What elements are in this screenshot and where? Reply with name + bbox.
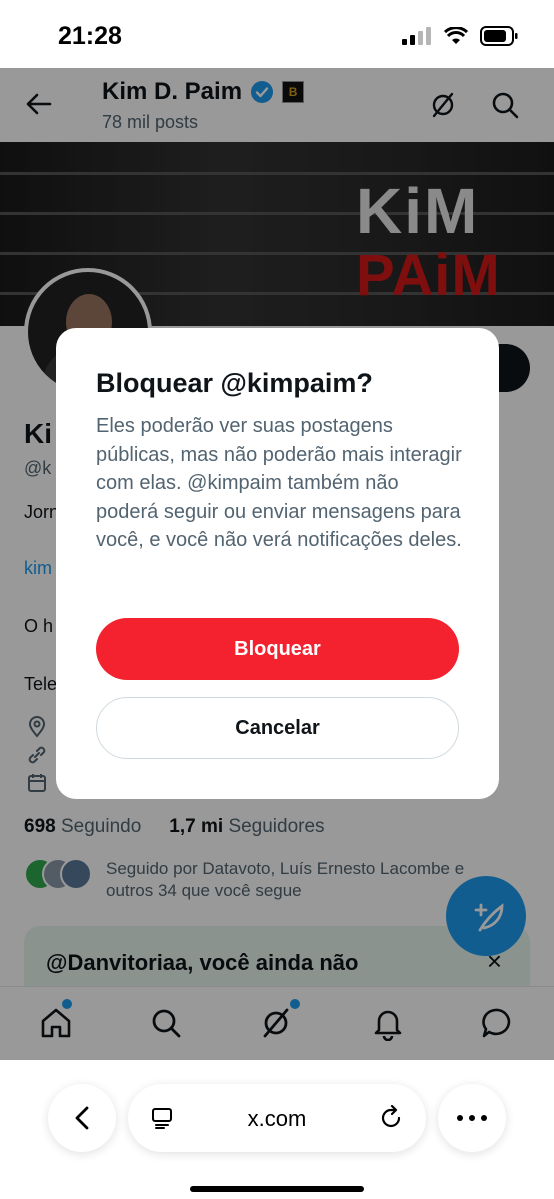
reload-icon[interactable] (378, 1105, 404, 1131)
block-button[interactable]: Bloquear (96, 618, 459, 680)
signal-icon (402, 27, 431, 45)
status-time: 21:28 (58, 22, 122, 50)
status-icons (402, 26, 518, 46)
dialog-body: Eles poderão ver suas postagens públicas… (96, 415, 462, 551)
address-bar[interactable]: x.com (128, 1084, 426, 1152)
screen: 21:28 Kim D. Paim B 78 mil posts KiM PAi… (0, 0, 554, 1199)
more-dots-icon (457, 1115, 487, 1121)
status-bar: 21:28 (0, 0, 554, 68)
wifi-icon (444, 27, 468, 44)
browser-toolbar: x.com (0, 1060, 554, 1199)
home-indicator (190, 1186, 364, 1192)
block-dialog: Bloquear @kimpaim? Eles poderão ver suas… (56, 328, 499, 799)
chevron-left-icon (75, 1106, 89, 1130)
more-options-button[interactable] (438, 1084, 506, 1152)
cancel-button[interactable]: Cancelar (96, 697, 459, 759)
browser-back-button[interactable] (48, 1084, 116, 1152)
battery-icon (480, 26, 518, 46)
dialog-title: Bloquear @kimpaim? (96, 368, 373, 398)
